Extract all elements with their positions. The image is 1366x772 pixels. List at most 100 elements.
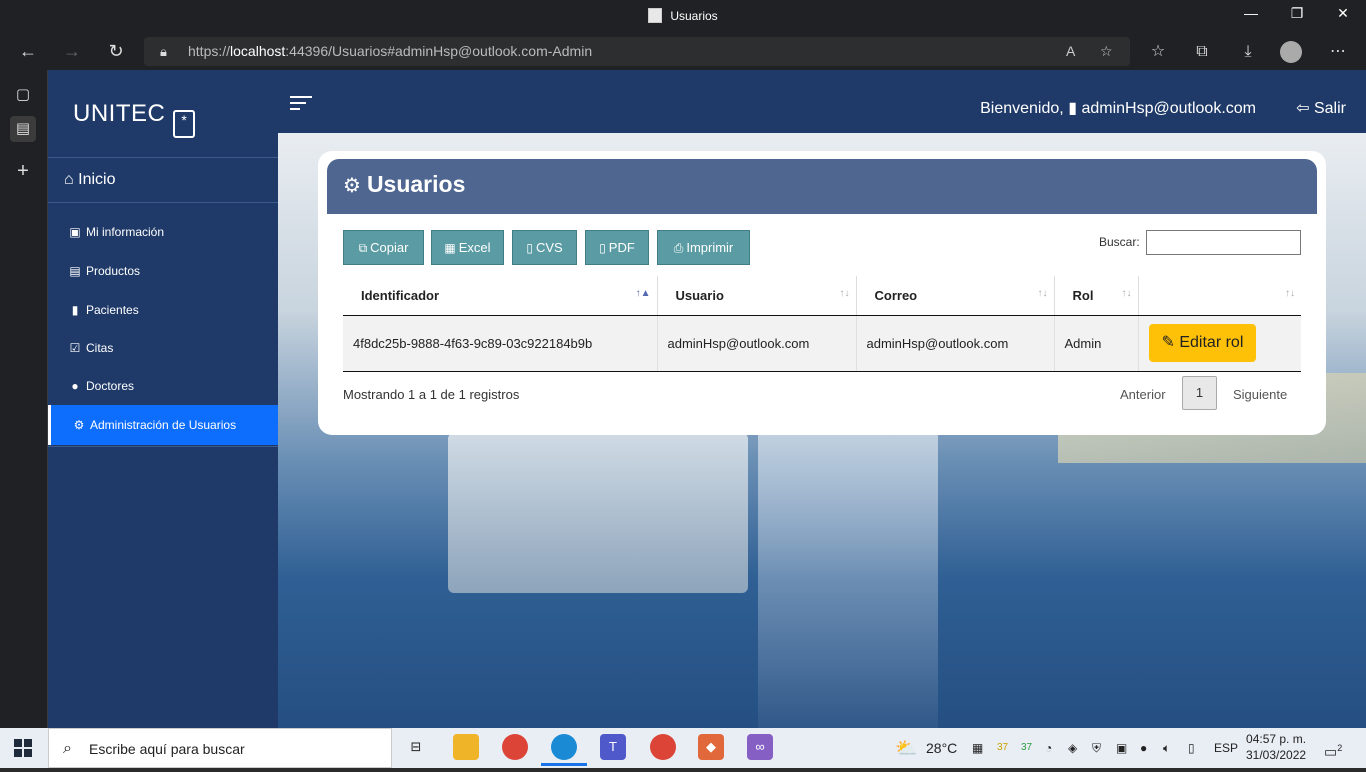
volume-icon[interactable]: 🔈︎: [1163, 728, 1170, 768]
sidebar: UNITEC * ⌂ Inicio ▣ Mi información ▤ Produc…: [48, 70, 278, 728]
edge-icon[interactable]: [541, 734, 587, 766]
windows-start-icon[interactable]: [14, 739, 32, 757]
sidebar-item-administracion-usuarios[interactable]: ⚙ Administración de Usuarios: [48, 405, 278, 445]
users-table: Identificador ↑▲ Usuario ↑↓ Correo ↑↓ Rol ↑↓…: [343, 276, 1301, 372]
forward-button[interactable]: →: [58, 39, 86, 63]
teams-tray-icon[interactable]: ▣: [1116, 728, 1127, 768]
cell-usuario: adminHsp@outlook.com: [657, 315, 857, 372]
collections-icon[interactable]: ⧉: [1190, 41, 1214, 63]
excel-button[interactable]: ▦ Excel: [431, 230, 504, 265]
security-icon[interactable]: ⛨: [1092, 728, 1101, 768]
cell-correo: adminHsp@outlook.com: [856, 315, 1055, 372]
id-card-icon: ▣: [69, 225, 81, 239]
divider: [48, 202, 278, 203]
table-row: 4f8dc25b-9888-4f63-9c89-03c922184b9b adm…: [343, 315, 1301, 372]
tray-icon[interactable]: ◈: [1068, 728, 1077, 768]
chrome-profile-icon[interactable]: [650, 734, 676, 760]
visual-studio-icon[interactable]: ∞: [747, 734, 773, 760]
cell-rol: Admin: [1054, 315, 1139, 372]
active-tab-icon[interactable]: ▤: [10, 116, 36, 142]
file-explorer-icon[interactable]: [453, 734, 479, 760]
favorites-icon[interactable]: ☆: [1146, 41, 1170, 63]
weather-icon[interactable]: ⛅: [895, 728, 917, 768]
language-indicator[interactable]: ESP: [1214, 728, 1238, 768]
teams-icon[interactable]: T: [600, 734, 626, 760]
sidebar-item-inicio[interactable]: ⌂ Inicio: [64, 171, 115, 189]
sort-icon: ↑↓: [1121, 288, 1132, 299]
csv-button[interactable]: ▯ CVS: [512, 230, 577, 265]
window-titlebar: Usuarios — ❐ ✕: [0, 0, 1366, 33]
pagination-previous[interactable]: Anterior: [1120, 387, 1166, 402]
column-header-rol[interactable]: Rol ↑↓: [1054, 276, 1139, 316]
battery-icon[interactable]: ▯: [1188, 728, 1195, 768]
table-info: Mostrando 1 a 1 de 1 registros: [343, 387, 520, 402]
downloads-icon[interactable]: ⤓: [1236, 41, 1260, 63]
sort-icon: ↑↓: [1037, 288, 1048, 299]
menu-toggle-icon[interactable]: [290, 96, 312, 114]
app: UNITEC * ⌂ Inicio ▣ Mi información ▤ Produc…: [48, 70, 1366, 728]
edit-role-button[interactable]: ✎ Editar rol: [1148, 324, 1257, 362]
column-header-usuario[interactable]: Usuario ↑↓: [657, 276, 857, 316]
tab-actions-icon[interactable]: ▢: [10, 82, 36, 108]
print-button[interactable]: ⎙ Imprimir: [657, 230, 750, 265]
window-title: Usuarios: [0, 8, 1366, 23]
chrome-icon[interactable]: [502, 734, 528, 760]
logout-icon: ⇦: [1296, 100, 1310, 117]
add-favorite-icon[interactable]: ☆: [1100, 37, 1113, 66]
divider: [48, 446, 278, 447]
logout-link[interactable]: ⇦ Salir: [1296, 98, 1346, 118]
topbar: Bienvenido, ▮ adminHsp@outlook.com ⇦ Sal…: [278, 70, 1366, 133]
sidebar-item-citas[interactable]: ☑ Citas: [48, 330, 278, 366]
sidebar-item-mi-informacion[interactable]: ▣ Mi información: [48, 214, 278, 250]
wifi-icon[interactable]: ◔: [1045, 728, 1052, 768]
refresh-button[interactable]: ↻: [102, 39, 130, 63]
tray-badge-2: 37: [1021, 742, 1033, 753]
address-toolbar: ← → ↻ 🔒︎ https://localhost:44396/Usuario…: [0, 33, 1366, 70]
sort-asc-icon: ↑▲: [635, 288, 651, 299]
brand[interactable]: UNITEC *: [73, 100, 196, 138]
vertical-tab-strip: ▢ ▤ +: [0, 70, 48, 728]
background-bed: [448, 433, 748, 593]
copy-icon: ⧉: [358, 241, 368, 255]
back-button[interactable]: ←: [14, 39, 42, 63]
users-icon: ●: [71, 379, 79, 393]
welcome-text: Bienvenido, ▮ adminHsp@outlook.com: [980, 100, 1256, 117]
sidebar-item-pacientes[interactable]: ▮ Pacientes: [48, 292, 278, 328]
file-pdf-icon: ▯: [599, 241, 606, 255]
restore-button[interactable]: ❐: [1274, 5, 1320, 22]
read-aloud-icon[interactable]: A: [1066, 37, 1075, 66]
copy-button[interactable]: ⧉ Copiar: [343, 230, 424, 265]
sort-icon: ↑↓: [839, 288, 850, 299]
column-header-correo[interactable]: Correo ↑↓: [856, 276, 1055, 316]
tray-icon-orange[interactable]: ●: [1140, 728, 1147, 768]
new-tab-icon[interactable]: +: [10, 158, 36, 184]
notifications-icon[interactable]: ▭2: [1324, 728, 1342, 772]
pdf-button[interactable]: ▯ PDF: [585, 230, 649, 265]
column-header-actions[interactable]: ↑↓: [1138, 276, 1301, 316]
taskbar-search-input[interactable]: ⌕ Escribe aquí para buscar: [48, 728, 392, 768]
page-icon: [648, 8, 663, 23]
calendar-check-icon: ☑: [69, 341, 81, 355]
home-icon: ⌂: [64, 171, 74, 188]
lock-icon: 🔒︎: [160, 44, 167, 59]
sidebar-item-productos[interactable]: ▤ Productos: [48, 253, 278, 289]
url-bar[interactable]: 🔒︎ https://localhost:44396/Usuarios#admi…: [144, 37, 1130, 66]
more-menu-icon[interactable]: ⋯: [1326, 41, 1350, 63]
git-icon[interactable]: ◆: [698, 734, 724, 760]
box-icon: ▤: [69, 264, 81, 278]
pagination-next[interactable]: Siguiente: [1233, 387, 1287, 402]
close-button[interactable]: ✕: [1320, 5, 1366, 22]
taskbar: ⌕ Escribe aquí para buscar ⊟ T ◆ ∞ ⛅ 28°…: [0, 728, 1366, 768]
task-view-icon[interactable]: ⊟: [403, 734, 429, 760]
column-header-identificador[interactable]: Identificador ↑▲: [343, 276, 658, 316]
minimize-button[interactable]: —: [1228, 5, 1274, 21]
cell-actions: ✎ Editar rol: [1138, 315, 1301, 372]
clock[interactable]: 04:57 p. m. 31/03/2022: [1246, 731, 1306, 763]
pagination-page-1[interactable]: 1: [1182, 376, 1217, 410]
profile-avatar[interactable]: [1280, 41, 1302, 63]
users-cog-icon: ⚙: [343, 175, 361, 197]
sidebar-item-doctores[interactable]: ● Doctores: [48, 368, 278, 404]
search-input[interactable]: [1146, 230, 1301, 255]
tray-badge-1: 37: [997, 742, 1009, 753]
tray-app-icon[interactable]: ▦: [972, 728, 983, 768]
